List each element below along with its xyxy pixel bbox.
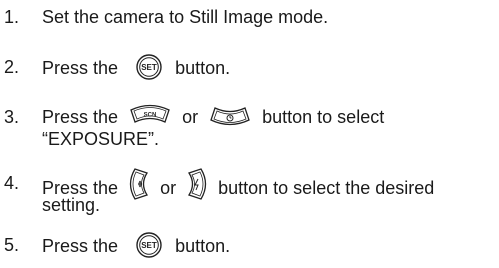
set-button-label: SET	[141, 241, 157, 250]
step-number: 1.	[4, 7, 20, 27]
step-text: “EXPOSURE”.	[42, 129, 160, 149]
step-number: 3.	[4, 107, 20, 127]
step-text-line: Press the SET button.	[42, 232, 495, 258]
step-number: 4.	[4, 173, 20, 193]
step-text: Press the	[42, 235, 119, 256]
step-text: Press the	[42, 107, 119, 127]
step-text-line: Press the SET button.	[42, 54, 495, 80]
set-button-icon: SET	[133, 232, 165, 258]
scn-up-button-icon: SCN	[128, 103, 172, 125]
flash-right-button-icon	[186, 167, 208, 201]
step-text: button.	[175, 57, 231, 78]
step-text: Set the camera to Still Image mode.	[42, 7, 329, 27]
step-text: or	[182, 107, 199, 127]
step-text-line: Press the or button to select the desire…	[42, 168, 495, 200]
step-text: button to select the desired	[218, 177, 435, 198]
set-button-icon: SET	[133, 54, 165, 80]
step-text: button to select	[262, 107, 385, 127]
step-text-line: Press the SCN or button to select	[42, 103, 495, 128]
timer-down-button-icon	[208, 105, 252, 127]
step-number: 5.	[4, 235, 20, 255]
macro-left-button-icon	[128, 167, 150, 201]
step-text: button.	[175, 235, 231, 256]
step-number: 2.	[4, 57, 20, 77]
step-text: or	[160, 177, 177, 198]
step-text: Press the	[42, 57, 119, 78]
instruction-list: 1. Set the camera to Still Image mode. 2…	[0, 0, 499, 268]
set-button-label: SET	[141, 63, 157, 72]
scn-button-label: SCN	[144, 113, 157, 119]
